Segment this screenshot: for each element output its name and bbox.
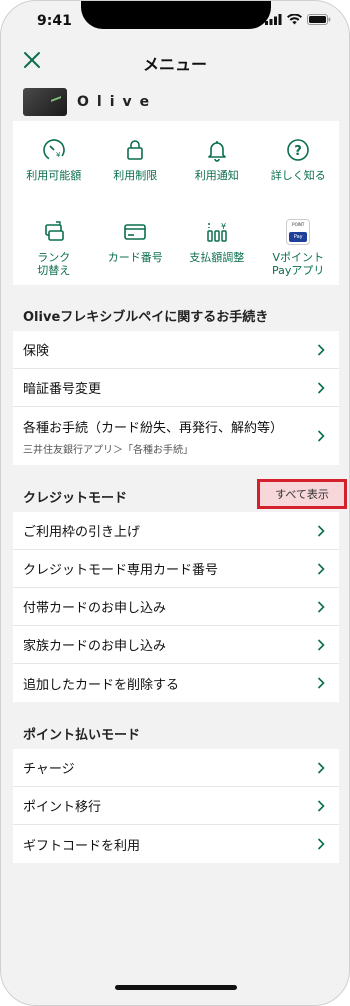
lock-icon bbox=[127, 140, 144, 160]
quick-action-label: 詳しく知る bbox=[270, 169, 326, 182]
status-icons bbox=[265, 14, 331, 25]
list-item-sublabel: 三井住友銀行アプリ＞「各種お手続」 bbox=[23, 444, 193, 456]
chevron-right-icon bbox=[317, 430, 325, 442]
list-item-label: 保険 bbox=[23, 344, 50, 359]
quick-action-usage-notice[interactable]: 利用通知 bbox=[176, 121, 258, 203]
quick-action-available-amount[interactable]: ¥ 利用可能額 bbox=[13, 121, 95, 203]
card-icon bbox=[124, 224, 147, 240]
chevron-right-icon bbox=[317, 562, 325, 575]
card-brand: Olive bbox=[77, 94, 158, 110]
chevron-right-icon bbox=[317, 343, 325, 356]
rank-switch-icon bbox=[44, 221, 64, 241]
credit-list: ご利用枠の引き上げ クレジットモード専用カード番号 付帯カードのお申し込み 家族… bbox=[13, 512, 339, 702]
quick-action-label: 利用制限 bbox=[113, 169, 158, 182]
quick-action-label: カード番号 bbox=[107, 251, 163, 264]
chevron-right-icon bbox=[317, 677, 325, 689]
list-item-delete-card[interactable]: 追加したカードを削除する bbox=[13, 664, 339, 702]
points-list: チャージ ポイント移行 ギフトコードを利用 bbox=[13, 749, 339, 863]
page-title: メニュー bbox=[142, 55, 207, 74]
list-item-charge[interactable]: チャージ bbox=[13, 749, 339, 787]
vpoint-pay-icon: POINT Pay bbox=[286, 219, 311, 245]
list-item-label: 付帯カードのお申し込み bbox=[23, 601, 167, 616]
list-item-label: 家族カードのお申し込み bbox=[23, 639, 167, 654]
vpay-badge-top: POINT bbox=[287, 220, 310, 230]
card-image bbox=[23, 88, 67, 116]
section-title-points: ポイント払いモード bbox=[23, 728, 141, 743]
battery-icon bbox=[307, 14, 331, 25]
vpay-badge-bottom: Pay bbox=[289, 232, 308, 242]
section-title-flexible: Oliveフレキシブルペイに関するお手続き bbox=[23, 310, 269, 325]
show-all-button[interactable]: すべて表示 bbox=[257, 479, 347, 509]
chevron-right-icon bbox=[317, 600, 325, 613]
bell-icon bbox=[207, 141, 226, 162]
list-item-additional-card[interactable]: 付帯カードのお申し込み bbox=[13, 588, 339, 626]
adjust-yen-icon: ¥ bbox=[207, 222, 227, 242]
list-item-family-card[interactable]: 家族カードのお申し込み bbox=[13, 626, 339, 664]
chevron-right-icon bbox=[317, 524, 325, 537]
quick-action-card-number[interactable]: カード番号 bbox=[95, 203, 177, 285]
chevron-right-icon bbox=[317, 838, 325, 850]
wifi-icon bbox=[287, 14, 302, 25]
quick-action-payment-adjust[interactable]: ¥ 支払額調整 bbox=[176, 203, 258, 285]
list-item-pin-change[interactable]: 暗証番号変更 bbox=[13, 369, 339, 407]
chevron-right-icon bbox=[317, 761, 325, 774]
quick-action-usage-limit[interactable]: 利用制限 bbox=[95, 121, 177, 203]
quick-action-rank-switch[interactable]: ランク 切替え bbox=[13, 203, 95, 285]
list-item-limit-increase[interactable]: ご利用枠の引き上げ bbox=[13, 512, 339, 550]
quick-action-learn-more[interactable]: ? 詳しく知る bbox=[258, 121, 340, 203]
flexible-list: 保険 暗証番号変更 各種お手続（カード紛失、再発行、解約等） 三井住友銀行アプリ… bbox=[13, 331, 339, 465]
status-bar: 9:41 bbox=[1, 1, 349, 45]
header: メニュー bbox=[1, 41, 349, 81]
card-row: Olive bbox=[23, 87, 157, 117]
list-item-label: ポイント移行 bbox=[23, 800, 102, 815]
list-item-label: 各種お手続（カード紛失、再発行、解約等） bbox=[23, 420, 284, 436]
list-item-credit-card-number[interactable]: クレジットモード専用カード番号 bbox=[13, 550, 339, 588]
svg-text:?: ? bbox=[294, 144, 302, 159]
chevron-right-icon bbox=[317, 638, 325, 651]
phone-screen: 9:41 メニュー Olive ¥ 利用可能額 利用制限 利用通知 ? 詳しく知… bbox=[0, 0, 350, 1006]
chevron-right-icon bbox=[317, 799, 325, 812]
list-item-label: チャージ bbox=[23, 762, 75, 777]
list-item-gift-code[interactable]: ギフトコードを利用 bbox=[13, 825, 339, 863]
list-item-point-transfer[interactable]: ポイント移行 bbox=[13, 787, 339, 825]
home-indicator[interactable] bbox=[115, 985, 237, 990]
list-item-label: ご利用枠の引き上げ bbox=[23, 525, 141, 540]
signal-icon bbox=[265, 14, 282, 25]
list-item-insurance[interactable]: 保険 bbox=[13, 331, 339, 369]
notch bbox=[81, 1, 271, 29]
list-item-label: ギフトコードを利用 bbox=[23, 838, 141, 854]
quick-action-label: 支払額調整 bbox=[189, 251, 245, 264]
list-item-label: 追加したカードを削除する bbox=[23, 677, 180, 693]
gauge-yen-icon: ¥ bbox=[42, 139, 65, 161]
quick-action-label: 利用通知 bbox=[194, 169, 239, 182]
quick-action-vpoint-pay[interactable]: POINT Pay Vポイント Payアプリ bbox=[258, 203, 340, 285]
quick-action-label: ランク 切替え bbox=[37, 251, 71, 277]
list-item-procedures[interactable]: 各種お手続（カード紛失、再発行、解約等） 三井住友銀行アプリ＞「各種お手続」 bbox=[13, 407, 339, 465]
chevron-right-icon bbox=[317, 381, 325, 394]
svg-text:¥: ¥ bbox=[221, 222, 226, 231]
status-time: 9:41 bbox=[37, 13, 72, 29]
show-all-label: すべて表示 bbox=[275, 488, 329, 501]
question-icon: ? bbox=[287, 139, 310, 161]
svg-text:¥: ¥ bbox=[56, 151, 61, 159]
section-title-credit: クレジットモード bbox=[23, 491, 128, 506]
list-item-label: 暗証番号変更 bbox=[23, 382, 102, 397]
quick-action-label: Vポイント Payアプリ bbox=[272, 251, 325, 277]
quick-actions-panel: ¥ 利用可能額 利用制限 利用通知 ? 詳しく知る ランク 切替え カード番号 … bbox=[13, 121, 339, 285]
list-item-label: クレジットモード専用カード番号 bbox=[23, 563, 219, 578]
quick-action-label: 利用可能額 bbox=[26, 169, 82, 182]
